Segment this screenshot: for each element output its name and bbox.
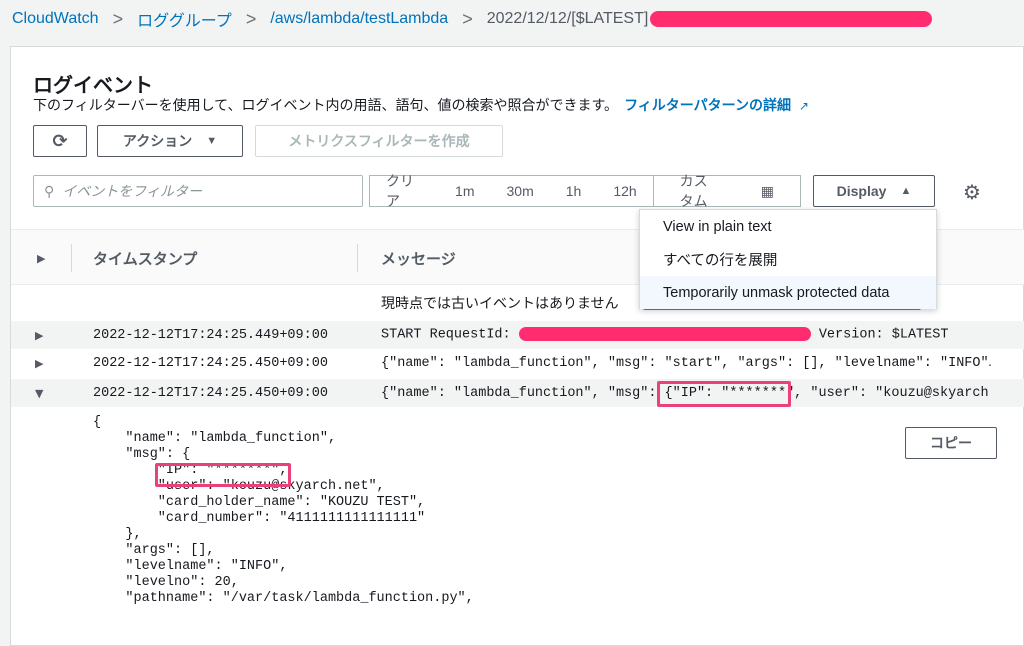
no-older-events: 現時点では古いイベントはありません — [381, 295, 619, 311]
gear-icon[interactable]: ⚙ — [963, 180, 981, 205]
expand-all-icon[interactable]: ▶ — [37, 252, 45, 265]
row-timestamp: 2022-12-12T17:24:25.449+09:00 — [93, 327, 328, 343]
redaction-mark — [518, 327, 811, 342]
custom-label: カスタム — [679, 173, 708, 209]
msg-part: START RequestId: — [381, 327, 519, 343]
external-link-icon: ↗ — [798, 99, 809, 113]
page-description: 下のフィルターバーを使用して、ログイベント内の用語、語句、値の検索や照合ができま… — [33, 95, 809, 115]
row-message: {"name": "lambda_function", "msg": "star… — [381, 355, 991, 371]
json-line: "levelname": "INFO", — [93, 559, 288, 574]
breadcrumb-log-group[interactable]: /aws/lambda/testLambda — [270, 10, 448, 28]
actions-button[interactable]: アクション ▼ — [97, 125, 243, 157]
chevron-right-icon: > — [462, 8, 473, 29]
row-message: START RequestId: Version: $LATEST — [381, 327, 991, 343]
chevron-right-icon: > — [245, 8, 257, 29]
range-12h[interactable]: 12h — [597, 183, 652, 199]
filter-events-input[interactable]: ⚲ イベントをフィルター — [33, 175, 363, 207]
description-text: 下のフィルターバーを使用して、ログイベント内の用語、語句、値の検索や照合ができま… — [33, 97, 619, 113]
breadcrumb-cloudwatch[interactable]: CloudWatch — [12, 10, 99, 28]
range-1h[interactable]: 1h — [550, 183, 598, 199]
msg-part: Version: $LATEST — [810, 327, 949, 343]
row-timestamp: 2022-12-12T17:24:25.450+09:00 — [93, 385, 328, 401]
time-range-selector: クリア 1m 30m 1h 12h カスタム ▦ — [369, 173, 801, 209]
breadcrumb-log-groups[interactable]: ロググループ — [137, 7, 232, 31]
json-line: "card_number": "4111111111111111" — [93, 511, 426, 526]
chevron-right-icon: > — [112, 8, 124, 29]
json-detail: { "name": "lambda_function", "msg": { "I… — [93, 415, 474, 607]
caret-up-icon: ▲ — [900, 185, 912, 197]
redaction-mark — [650, 11, 933, 27]
collapse-icon[interactable]: ▼ — [35, 387, 43, 400]
copy-button[interactable]: コピー — [905, 427, 997, 459]
json-line: "levelno": 20, — [93, 575, 239, 590]
json-line: "card_holder_name": "KOUZU TEST", — [93, 495, 426, 510]
create-metric-filter-label: メトリクスフィルターを作成 — [288, 133, 470, 149]
range-1m[interactable]: 1m — [439, 183, 490, 199]
menu-item-expand-all[interactable]: すべての行を展開 — [640, 243, 936, 276]
display-label: Display — [836, 183, 887, 199]
expand-icon[interactable]: ▶ — [35, 329, 43, 342]
col-message[interactable]: メッセージ — [381, 248, 456, 269]
highlight-box — [155, 463, 291, 487]
json-line: "args": [], — [93, 543, 215, 558]
custom-range-button[interactable]: カスタム ▦ — [652, 173, 800, 209]
range-30m[interactable]: 30m — [491, 183, 550, 199]
caret-down-icon: ▼ — [206, 135, 218, 147]
json-line: "msg": { — [93, 447, 191, 462]
display-dropdown-menu: View in plain text すべての行を展開 Temporarily … — [639, 209, 937, 309]
calendar-icon: ▦ — [760, 182, 774, 199]
table-row[interactable]: ▼ 2022-12-12T17:24:25.450+09:00 {"name":… — [11, 379, 1024, 407]
json-line: "name": "lambda_function", — [93, 431, 337, 446]
filter-pattern-link[interactable]: フィルターパターンの詳細 — [624, 97, 791, 113]
menu-item-unmask[interactable]: Temporarily unmask protected data — [640, 276, 936, 309]
json-line: "pathname": "/var/task/lambda_function.p… — [93, 591, 474, 606]
json-line: }, — [93, 527, 142, 542]
refresh-icon: ⟳ — [52, 130, 68, 151]
col-timestamp[interactable]: タイムスタンプ — [93, 248, 197, 269]
row-timestamp: 2022-12-12T17:24:25.450+09:00 — [93, 355, 328, 371]
json-line: { — [93, 415, 102, 430]
menu-item-plain-text[interactable]: View in plain text — [640, 210, 936, 243]
breadcrumb: CloudWatch > ロググループ > /aws/lambda/testLa… — [0, 0, 1024, 38]
refresh-button[interactable]: ⟳ — [33, 125, 87, 157]
search-placeholder: イベントをフィルター — [62, 183, 202, 199]
search-icon: ⚲ — [44, 182, 55, 199]
create-metric-filter-button[interactable]: メトリクスフィルターを作成 — [255, 125, 503, 157]
breadcrumb-current: 2022/12/12/[$LATEST] — [486, 10, 649, 27]
clear-button[interactable]: クリア — [370, 171, 439, 211]
expand-icon[interactable]: ▶ — [35, 357, 43, 370]
table-row[interactable]: ▶ 2022-12-12T17:24:25.449+09:00 START Re… — [11, 321, 1024, 349]
highlight-box — [657, 381, 791, 407]
display-button[interactable]: Display ▲ — [813, 175, 935, 207]
table-row[interactable]: ▶ 2022-12-12T17:24:25.450+09:00 {"name":… — [11, 349, 1024, 377]
actions-label: アクション — [122, 133, 193, 149]
log-events-panel: ログイベント 下のフィルターバーを使用して、ログイベント内の用語、語句、値の検索… — [10, 46, 1024, 646]
page-title: ログイベント — [33, 75, 153, 97]
